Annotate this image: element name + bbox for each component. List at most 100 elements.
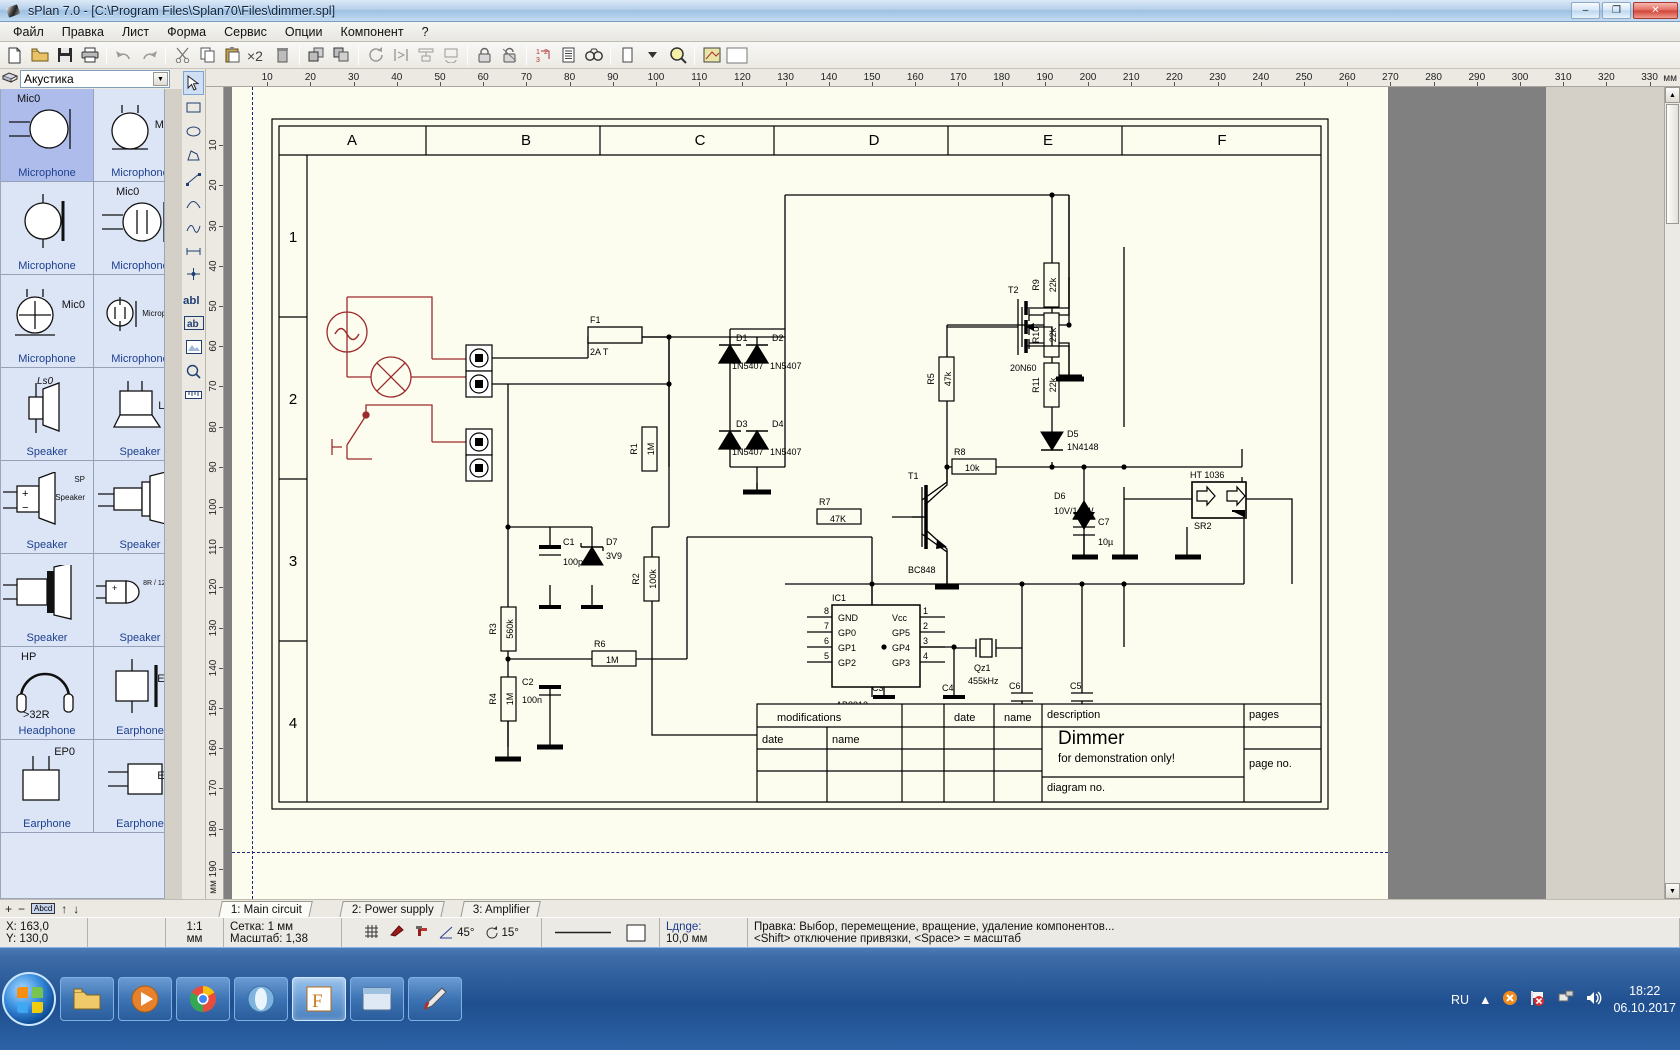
drawing-canvas[interactable]: ABC DEF 12 34 D1 1N5407 D2 1N5407 D3 1N5… xyxy=(224,87,1546,899)
menu-component[interactable]: Компонент xyxy=(332,23,413,41)
library-cell-4[interactable]: Mic0 Microphone xyxy=(1,275,94,368)
tool-text[interactable]: abl xyxy=(183,287,204,311)
drawing-tool-palette[interactable]: abl ab xyxy=(182,69,206,899)
canvas-scroll-up-icon[interactable]: ▲ xyxy=(1665,87,1680,103)
color-swatch[interactable] xyxy=(724,43,749,67)
unlock-icon[interactable] xyxy=(497,43,522,67)
lock-icon[interactable] xyxy=(472,43,497,67)
tab-amplifier[interactable]: 3: Amplifier xyxy=(460,901,541,918)
tray-language[interactable]: RU xyxy=(1451,993,1469,1007)
copy-icon[interactable] xyxy=(195,43,220,67)
tool-select[interactable] xyxy=(183,71,204,95)
library-cell-6[interactable]: Ls0 Speaker xyxy=(1,368,94,461)
bring-to-front-icon[interactable] xyxy=(304,43,329,67)
mirror-horizontal-icon[interactable] xyxy=(388,43,413,67)
duplicate-x2-icon[interactable]: ×2 xyxy=(245,43,270,67)
paste-icon[interactable] xyxy=(220,43,245,67)
tool-connection-point[interactable] xyxy=(183,263,204,287)
tab-power-supply[interactable]: 2: Power supply xyxy=(339,901,445,918)
library-cell-1[interactable]: Mic0 Microphone xyxy=(94,89,164,182)
tool-bezier[interactable] xyxy=(183,215,204,239)
lib-tool-2[interactable]: Abcd xyxy=(31,903,56,914)
flag-icon[interactable] xyxy=(1529,989,1547,1010)
snap-icon[interactable] xyxy=(389,924,405,941)
component-library-panel[interactable]: Mic0MicrophoneMic0MicrophoneMicrophoneMi… xyxy=(0,89,165,899)
library-cell-3[interactable]: Mic0 Microphone xyxy=(94,182,164,275)
library-cell-12[interactable]: HP >32R Headphone xyxy=(1,647,94,740)
library-cell-7[interactable]: Ls0 Speaker xyxy=(94,368,164,461)
tool-arc[interactable] xyxy=(183,191,204,215)
tool-rectangle[interactable] xyxy=(183,95,204,119)
tool-polygon[interactable] xyxy=(183,143,204,167)
canvas-scroll-thumb[interactable] xyxy=(1666,104,1679,224)
status-snap-icons[interactable]: 45° 15° xyxy=(342,918,542,947)
tab-main-circuit[interactable]: 1: Main circuit xyxy=(218,901,313,918)
menu-form[interactable]: Форма xyxy=(158,23,215,41)
save-icon[interactable] xyxy=(52,43,77,67)
menu-sheet[interactable]: Лист xyxy=(113,23,158,41)
print-icon[interactable] xyxy=(77,43,102,67)
lib-tool-1[interactable]: − xyxy=(18,902,25,916)
library-mini-toolbar[interactable]: + − Abcd ↑ ↓ xyxy=(0,899,206,917)
antivirus-icon[interactable] xyxy=(1501,989,1519,1010)
menu-service[interactable]: Сервис xyxy=(215,23,276,41)
tool-line[interactable] xyxy=(183,167,204,191)
minimize-button[interactable]: – xyxy=(1571,2,1600,19)
schematic-page[interactable]: ABC DEF 12 34 D1 1N5407 D2 1N5407 D3 1N5… xyxy=(232,87,1388,899)
send-to-back-icon[interactable] xyxy=(329,43,354,67)
page-format-dropdown-icon[interactable] xyxy=(640,43,665,67)
page-format-icon[interactable] xyxy=(615,43,640,67)
library-cell-11[interactable]: SP8R / 1200Hz + Speaker xyxy=(94,554,164,647)
color-picker-icon[interactable] xyxy=(699,43,724,67)
menu-edit[interactable]: Правка xyxy=(53,23,113,41)
canvas-scroll-down-icon[interactable]: ▼ xyxy=(1665,883,1680,899)
network-icon[interactable] xyxy=(1557,989,1575,1010)
redo-icon[interactable] xyxy=(136,43,161,67)
library-cell-10[interactable]: Speaker xyxy=(1,554,94,647)
renumber-icon[interactable]: 123 xyxy=(531,43,556,67)
library-cell-14[interactable]: EP0 Earphone xyxy=(1,740,94,833)
undo-icon[interactable] xyxy=(111,43,136,67)
close-button[interactable]: ✕ xyxy=(1633,2,1678,19)
grid-icon[interactable] xyxy=(364,924,379,942)
start-button[interactable] xyxy=(2,972,56,1026)
new-document-icon[interactable] xyxy=(2,43,27,67)
line-angle-group[interactable]: 45° xyxy=(439,926,475,939)
tool-zoom[interactable] xyxy=(183,359,204,383)
taskbar-explorer[interactable] xyxy=(60,977,114,1021)
search-icon[interactable] xyxy=(581,43,606,67)
taskbar-clock[interactable]: 18:22 06.10.2017 xyxy=(1613,983,1676,1017)
taskbar-opera[interactable] xyxy=(234,977,288,1021)
taskbar-splan[interactable]: F xyxy=(292,977,346,1021)
sheet-tab-strip[interactable]: 1: Main circuit 2: Power supply 3: Amplifi… xyxy=(206,899,1680,918)
volume-icon[interactable] xyxy=(1585,989,1603,1010)
restore-button[interactable]: ❐ xyxy=(1602,2,1631,19)
flip-icon[interactable] xyxy=(438,43,463,67)
library-cell-15[interactable]: EP0 Earphone xyxy=(94,740,164,833)
rotate-icon[interactable] xyxy=(363,43,388,67)
menu-options[interactable]: Опции xyxy=(276,23,332,41)
lib-tool-4[interactable]: ↓ xyxy=(73,902,79,916)
magnet-icon[interactable] xyxy=(415,924,429,941)
parts-list-icon[interactable] xyxy=(556,43,581,67)
library-cell-2[interactable]: Microphone xyxy=(1,182,94,275)
menu-help[interactable]: ? xyxy=(413,23,438,41)
delete-icon[interactable] xyxy=(270,43,295,67)
library-cell-8[interactable]: SP Speaker + − Speaker xyxy=(1,461,94,554)
lib-tool-0[interactable]: + xyxy=(5,902,12,916)
rotate-angle-group[interactable]: 15° xyxy=(485,925,519,940)
open-folder-icon[interactable] xyxy=(27,43,52,67)
tool-text-box[interactable]: ab xyxy=(183,311,204,335)
tool-measure[interactable] xyxy=(183,383,204,407)
taskbar-chrome[interactable] xyxy=(176,977,230,1021)
tool-dimension[interactable] xyxy=(183,239,204,263)
taskbar-window[interactable] xyxy=(350,977,404,1021)
align-icon[interactable] xyxy=(413,43,438,67)
status-line-style[interactable] xyxy=(542,918,660,947)
library-cell-0[interactable]: Mic0 Microphone xyxy=(1,89,94,182)
menu-file[interactable]: Файл xyxy=(4,23,53,41)
taskbar-media-player[interactable] xyxy=(118,977,172,1021)
canvas-vertical-scrollbar[interactable]: ▲ ▼ xyxy=(1664,87,1680,899)
library-cell-9[interactable]: Speaker xyxy=(94,461,164,554)
zoom-icon[interactable] xyxy=(665,43,690,67)
